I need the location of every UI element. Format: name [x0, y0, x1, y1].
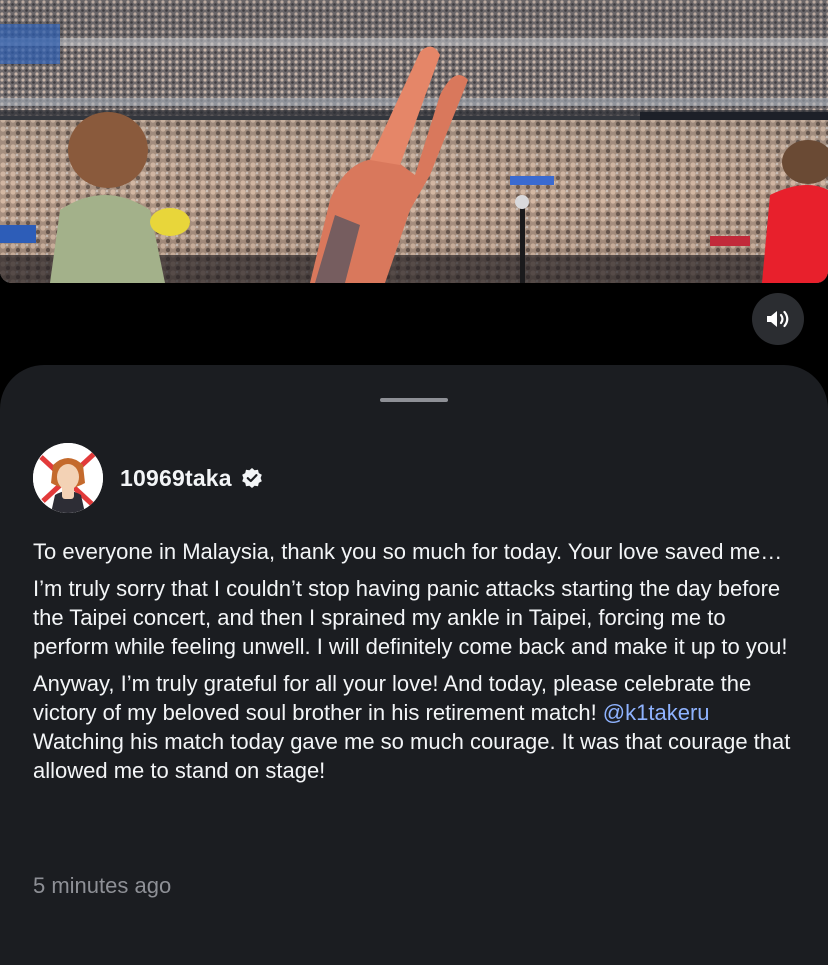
caption-paragraph: I’m truly sorry that I couldn’t stop hav…: [33, 576, 788, 659]
caption-paragraph: To everyone in Malaysia, thank you so mu…: [33, 539, 783, 564]
speaker-volume-icon: [767, 310, 789, 328]
caption-sheet: 10969taka To everyone in Malaysia, thank…: [0, 365, 828, 965]
caption-paragraph: Anyway, I’m truly grateful for all your …: [33, 669, 803, 785]
story-video[interactable]: [0, 0, 828, 283]
verified-badge-icon: [241, 467, 263, 489]
post-caption: To everyone in Malaysia, thank you so mu…: [33, 537, 803, 793]
avatar[interactable]: [33, 443, 103, 513]
concert-crowd-image: [0, 0, 828, 283]
sheet-grabber-handle[interactable]: [380, 398, 448, 402]
username[interactable]: 10969taka: [120, 465, 232, 492]
post-timestamp: 5 minutes ago: [33, 873, 172, 898]
mute-toggle-button[interactable]: [752, 293, 804, 345]
caption-text: Watching his match today gave me so much…: [33, 729, 791, 783]
post-author: 10969taka: [33, 443, 263, 513]
user-mention-link[interactable]: @k1takeru: [603, 700, 710, 725]
avatar-illustration: [33, 443, 103, 513]
